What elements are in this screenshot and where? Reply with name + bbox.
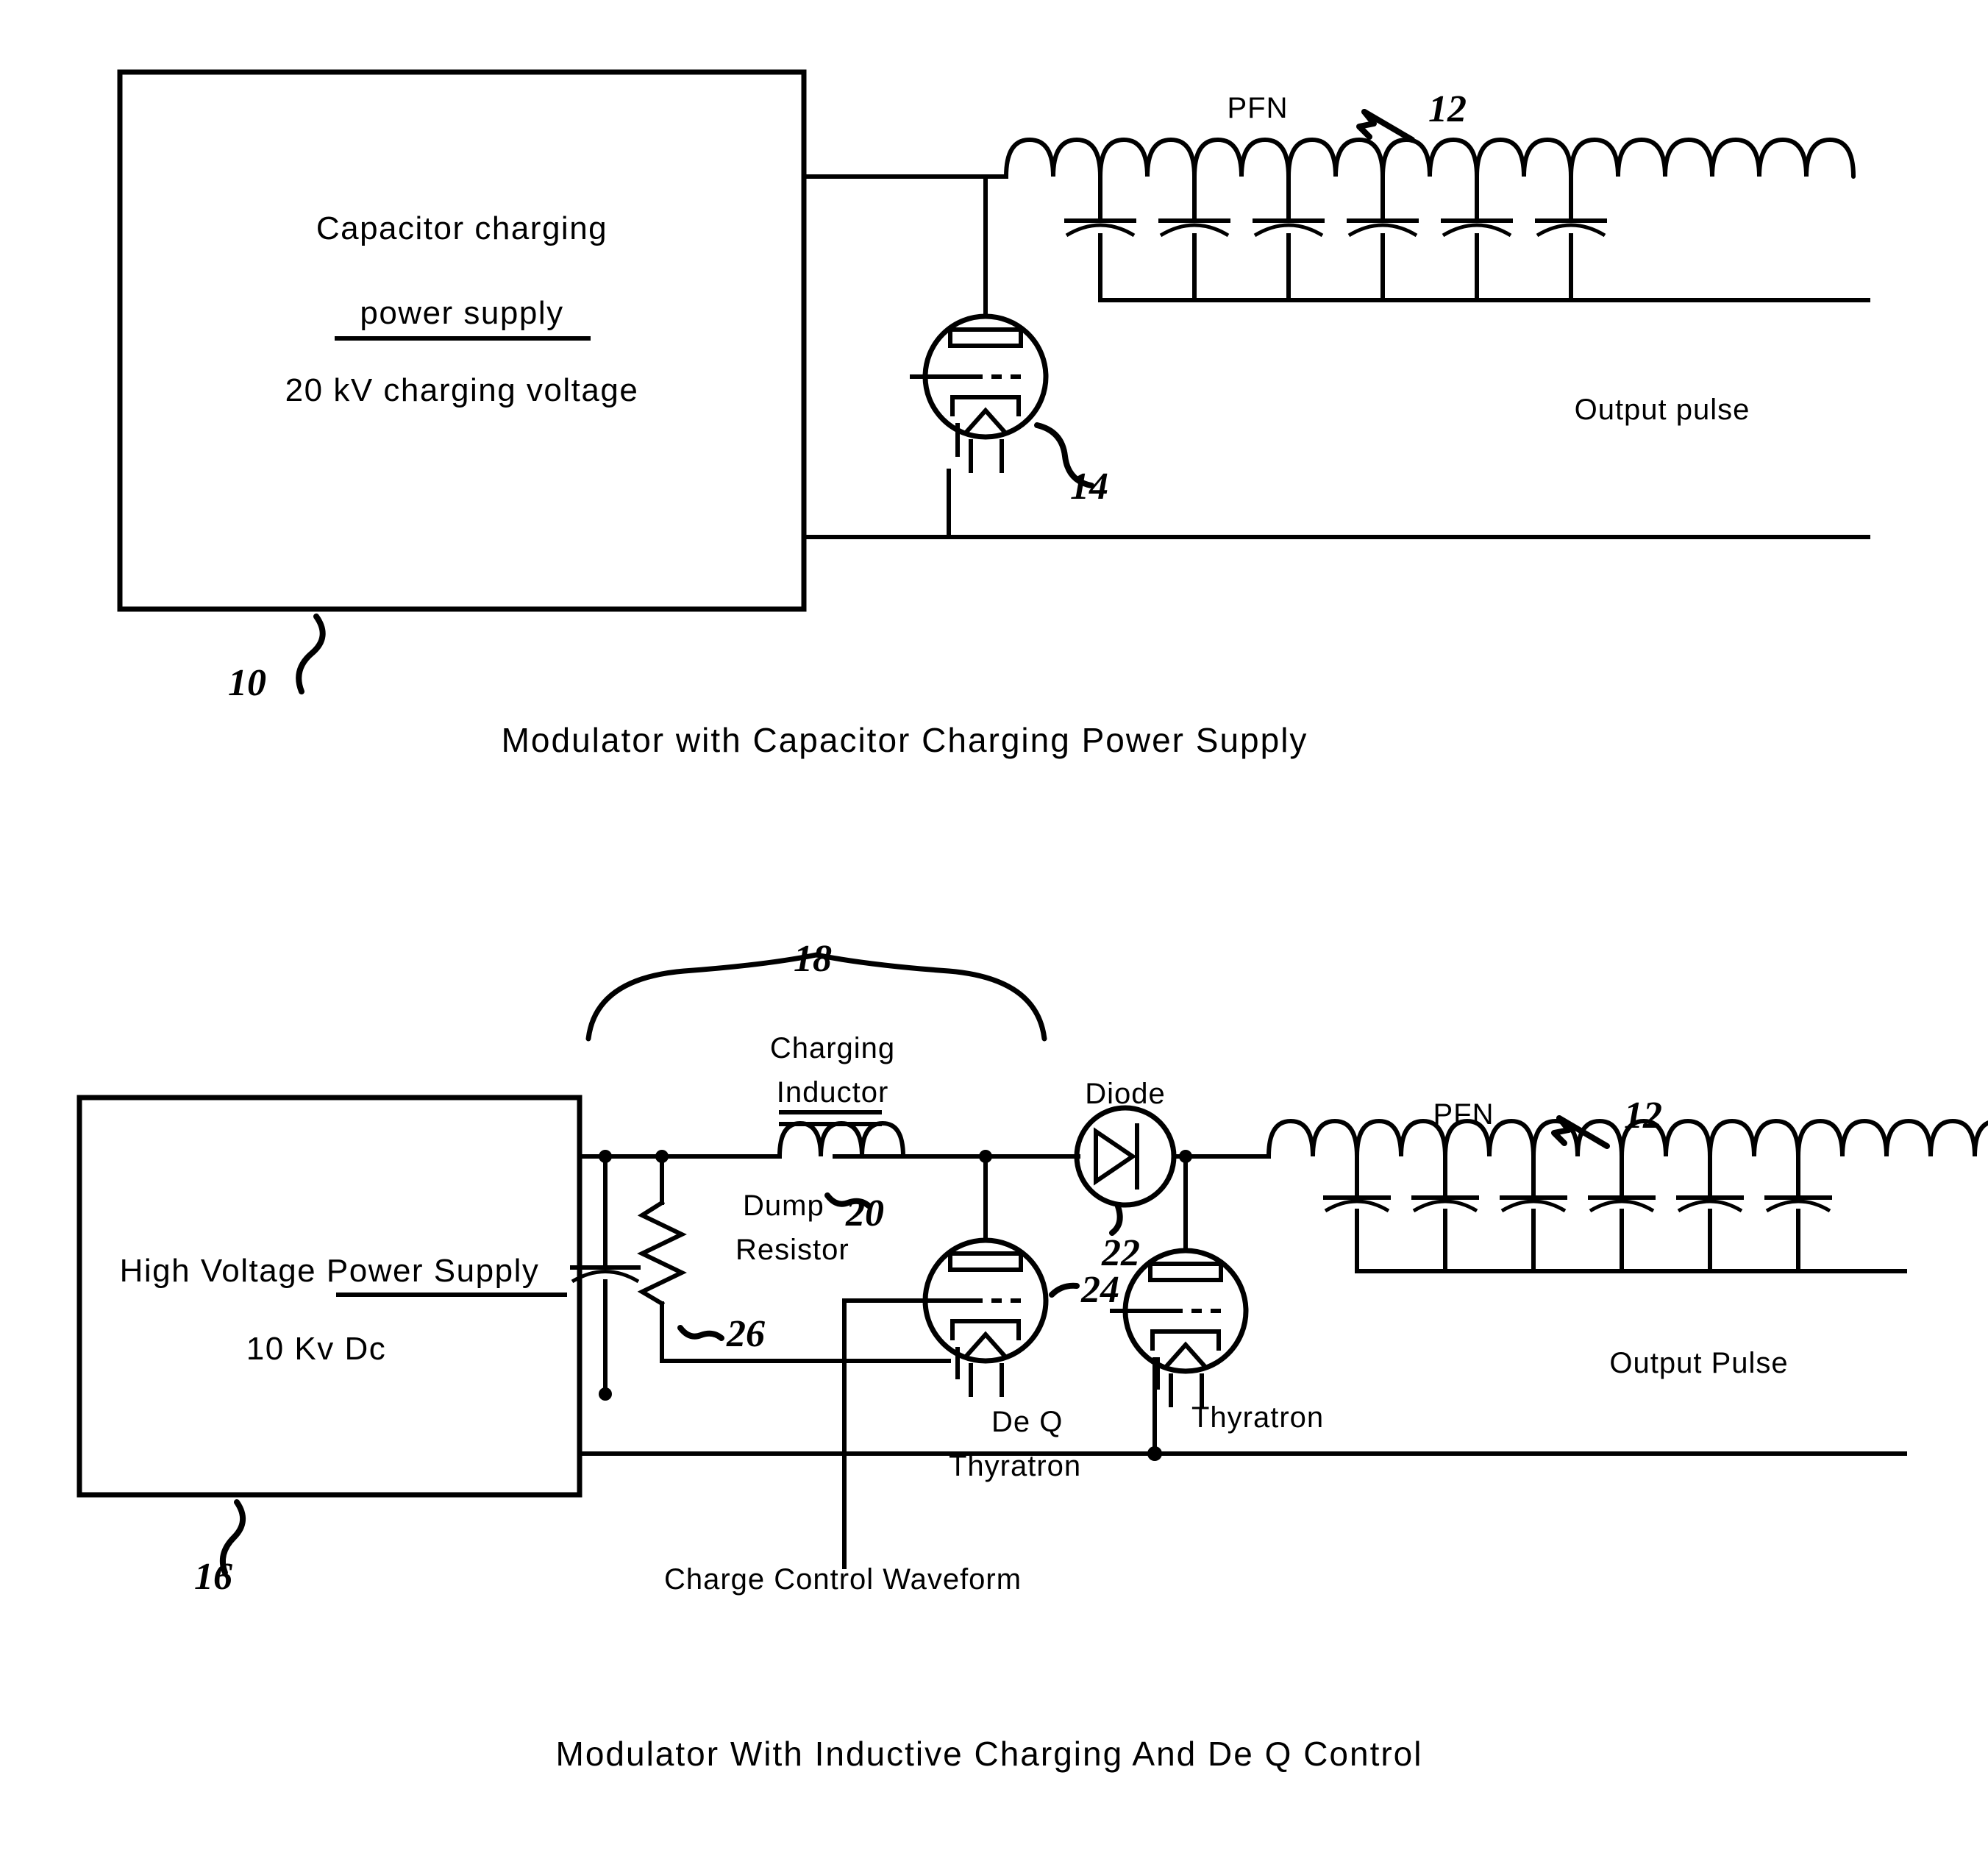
dump-resistor-zigzag	[637, 1199, 687, 1307]
pfn-capacitor-bank-fig1	[1064, 177, 1870, 302]
supply-box-line3: 20 kV charging voltage	[285, 372, 639, 408]
ref-14-fig1: 14	[1070, 466, 1108, 508]
patent-drawing-sheet: Capacitor charging power supply 20 kV ch…	[0, 0, 1988, 1856]
figure-2-caption: Modulator With Inductive Charging And De…	[556, 1735, 1423, 1773]
pfn-capacitor-bank-fig2	[1323, 1156, 1907, 1273]
ref-12-fig2: 12	[1624, 1095, 1662, 1137]
diode-fig2	[1064, 1105, 1186, 1208]
ref-10-leader	[296, 614, 326, 694]
output-pulse-label-fig2: Output Pulse	[1609, 1347, 1788, 1379]
main-thyratron-anode-plate	[1148, 1262, 1223, 1282]
figure-2-modulator-inductive-charging: High Voltage Power Supply 10 Kv Dc Dump …	[76, 938, 1988, 1773]
figure-1-modulator-capacitor-charging: Capacitor charging power supply 20 kV ch…	[117, 69, 1870, 759]
thyratron-tube-fig1	[910, 313, 1049, 473]
pfn-label-fig1: PFN	[1228, 92, 1289, 124]
circuit-diagram-svg: Capacitor charging power supply 20 kV ch…	[76, 69, 1988, 1773]
ref-10: 10	[228, 662, 266, 704]
charging-inductor-fig2	[777, 1110, 905, 1159]
ref-26: 26	[726, 1313, 765, 1355]
deq-anode-plate	[948, 1251, 1023, 1272]
ref-24: 24	[1080, 1269, 1119, 1311]
thyratron-cathode-fig1	[964, 407, 1007, 434]
deq-thyratron-fig2	[910, 1150, 1049, 1397]
charge-control-waveform-label: Charge Control Waveform	[664, 1563, 1022, 1596]
main-thyratron-cathode	[1164, 1341, 1207, 1368]
dump-resistor-label-line1: Dump	[743, 1190, 824, 1222]
supply-box-line1: Capacitor charging	[316, 210, 608, 246]
diode-label: Diode	[1085, 1078, 1166, 1110]
ref-22-leader	[1109, 1203, 1123, 1236]
hv-supply-line1: High Voltage Power Supply	[120, 1253, 540, 1289]
deq-grid-drive-wire	[842, 1298, 914, 1363]
hv-supply-line2: 10 Kv Dc	[246, 1331, 387, 1367]
charging-inductor-label-line2: Inductor	[777, 1076, 889, 1109]
ref-20: 20	[845, 1192, 884, 1234]
dump-resistor-label-line2: Resistor	[735, 1234, 849, 1266]
pfn-inductor-chain-fig1	[1004, 137, 1856, 179]
diode-triangle	[1094, 1127, 1137, 1186]
ref-24-leader	[1049, 1282, 1080, 1298]
charging-inductor-label-line1: Charging	[770, 1032, 895, 1064]
thyratron-anode-plate-fig1	[948, 327, 1023, 348]
ref-22: 22	[1101, 1232, 1140, 1274]
deq-cathode	[964, 1331, 1007, 1358]
ref-26-leader	[677, 1325, 724, 1341]
ref-18: 18	[794, 938, 832, 980]
main-thyratron-label: Thyratron	[1191, 1401, 1324, 1434]
supply-box-line2: power supply	[360, 295, 563, 331]
diode-envelope	[1074, 1105, 1177, 1208]
pfn-label-fig2: PFN	[1433, 1098, 1494, 1131]
output-pulse-label-fig1: Output pulse	[1575, 394, 1750, 426]
figure-1-caption: Modulator with Capacitor Charging Power …	[502, 721, 1308, 759]
ref-16: 16	[194, 1556, 232, 1598]
ref-12-fig1: 12	[1428, 88, 1467, 130]
deq-label-line1: De Q	[991, 1406, 1063, 1438]
